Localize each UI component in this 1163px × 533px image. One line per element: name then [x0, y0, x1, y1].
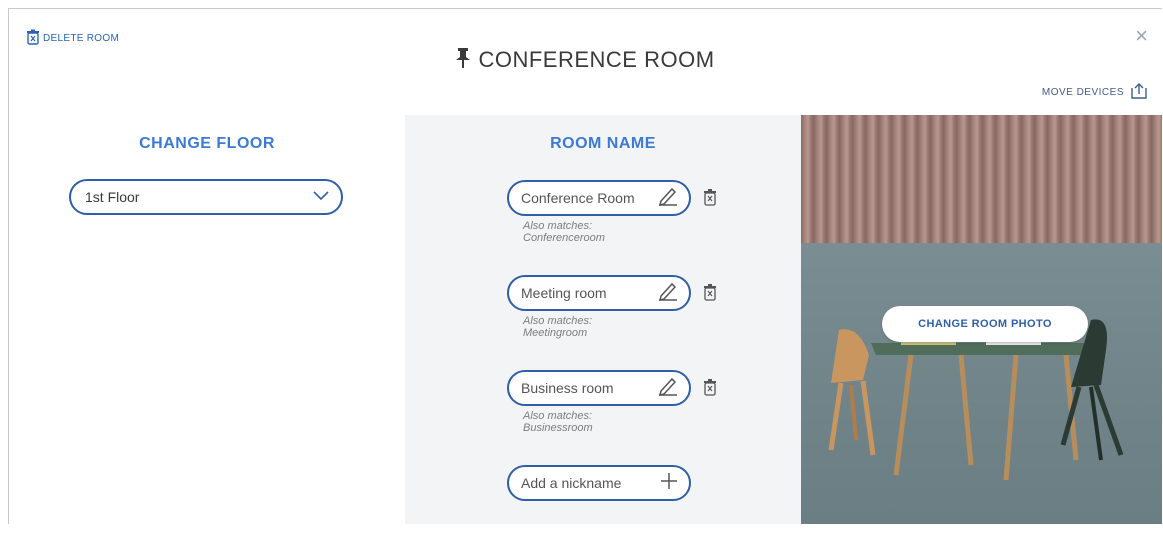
add-nickname-label: Add a nickname [521, 475, 622, 491]
close-icon[interactable]: × [1135, 25, 1148, 47]
pencil-icon[interactable] [657, 186, 679, 211]
pin-icon [456, 48, 471, 74]
add-nickname-item: Add a nickname [507, 465, 691, 501]
also-matches-label: Also matches: [523, 410, 593, 422]
page-title-text: CONFERENCE ROOM [478, 47, 715, 72]
nickname-field[interactable]: Conference Room [507, 180, 691, 216]
delete-room-button[interactable]: DELETE ROOM [26, 29, 119, 48]
change-room-photo-button[interactable]: CHANGE ROOM PHOTO [882, 306, 1088, 342]
room-name-panel: ROOM NAME Conference Room Also matches: … [405, 115, 801, 524]
nickname-value: Conference Room [521, 190, 635, 206]
nickname-item: Business room Also matches: Businessroom [507, 370, 716, 434]
also-matches-value: Businessroom [523, 422, 593, 434]
nickname-field[interactable]: Meeting room [507, 275, 691, 311]
also-matches-value: Meetingroom [523, 327, 588, 339]
floor-select-value: 1st Floor [85, 189, 140, 205]
pencil-icon[interactable] [657, 376, 679, 401]
delete-room-label: DELETE ROOM [43, 33, 120, 44]
room-photo-panel: CHANGE ROOM PHOTO [801, 115, 1162, 524]
room-name-title: ROOM NAME [550, 135, 656, 152]
floor-panel: CHANGE FLOOR 1st Floor [9, 115, 405, 524]
chevron-down-icon [313, 188, 329, 206]
add-nickname-button[interactable]: Add a nickname [507, 465, 691, 501]
also-matches-value: Conferenceroom [523, 232, 605, 244]
change-floor-title: CHANGE FLOOR [139, 135, 275, 152]
pencil-icon[interactable] [657, 281, 679, 306]
move-devices-button[interactable]: MOVE DEVICES [1042, 83, 1148, 102]
nickname-value: Meeting room [521, 285, 607, 301]
also-matches: Also matches: Conferenceroom [523, 220, 691, 244]
move-devices-label: MOVE DEVICES [1041, 87, 1124, 98]
room-settings-modal: DELETE ROOM CONFERENCE ROOM × MOVE DEVIC… [8, 8, 1162, 524]
trash-icon[interactable] [703, 188, 717, 211]
nickname-field[interactable]: Business room [507, 370, 691, 406]
trash-icon[interactable] [703, 378, 717, 401]
floor-select[interactable]: 1st Floor [69, 179, 343, 215]
also-matches-label: Also matches: [523, 315, 593, 327]
also-matches-label: Also matches: [523, 220, 593, 232]
trash-icon[interactable] [703, 283, 717, 306]
trash-icon [26, 29, 40, 48]
page-title: CONFERENCE ROOM [9, 47, 1162, 74]
also-matches: Also matches: Meetingroom [523, 315, 691, 339]
nickname-item: Conference Room Also matches: Conference… [507, 180, 716, 244]
plus-icon [659, 471, 679, 496]
nickname-value: Business room [521, 380, 614, 396]
export-icon [1130, 83, 1148, 102]
room-photo: CHANGE ROOM PHOTO [801, 115, 1162, 524]
also-matches: Also matches: Businessroom [523, 410, 691, 434]
nickname-item: Meeting room Also matches: Meetingroom [507, 275, 716, 339]
